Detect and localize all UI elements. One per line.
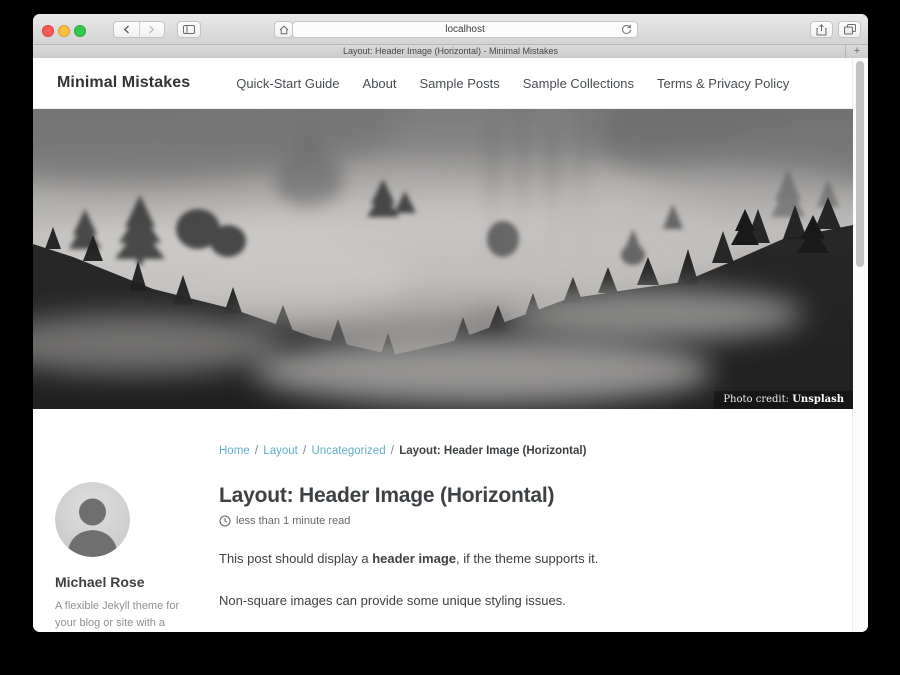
forward-button[interactable] — [140, 25, 165, 34]
paragraph-1-tail: , if the theme supports it. — [456, 551, 598, 566]
site-nav: Quick-Start Guide About Sample Posts Sam… — [236, 76, 789, 91]
back-button[interactable] — [114, 25, 139, 34]
chevron-right-icon — [148, 25, 155, 34]
nav-item-about[interactable]: About — [363, 76, 397, 91]
caption-credit-link[interactable]: Unsplash — [792, 394, 844, 405]
breadcrumb-layout-link[interactable]: Layout — [263, 445, 298, 457]
page-title: Layout: Header Image (Horizontal) — [219, 484, 813, 508]
breadcrumb-separator: / — [391, 445, 394, 457]
reload-icon — [621, 24, 632, 35]
address-bar[interactable]: localhost — [292, 21, 638, 38]
breadcrumb-separator: / — [255, 445, 258, 457]
home-icon — [279, 25, 289, 35]
nav-item-terms-privacy[interactable]: Terms & Privacy Policy — [657, 76, 789, 91]
page-body: Michael Rose A flexible Jekyll theme for… — [33, 409, 853, 632]
author-sidebar: Michael Rose A flexible Jekyll theme for… — [55, 409, 207, 632]
breadcrumb-uncategorized-link[interactable]: Uncategorized — [311, 445, 385, 457]
read-time: less than 1 minute read — [219, 515, 813, 527]
scrollbar-track[interactable] — [852, 58, 868, 632]
article-main: Home / Layout / Uncategorized / Layout: … — [219, 409, 813, 632]
chevron-left-icon — [123, 25, 130, 34]
tab-bar: Layout: Header Image (Horizontal) - Mini… — [33, 45, 868, 59]
paragraph-1-text: This post should display a — [219, 551, 372, 566]
back-forward-control — [113, 21, 165, 38]
url-text: localhost — [445, 24, 484, 35]
author-name: Michael Rose — [55, 574, 207, 590]
share-button[interactable] — [810, 21, 833, 38]
active-tab[interactable]: Layout: Header Image (Horizontal) - Mini… — [343, 46, 558, 56]
paragraph-1: This post should display a header image,… — [219, 549, 813, 569]
site-masthead: Minimal Mistakes Quick-Start Guide About… — [33, 58, 853, 109]
clock-icon — [219, 515, 231, 527]
share-icon — [816, 24, 827, 36]
paragraph-2: Non-square images can provide some uniqu… — [219, 591, 813, 611]
scrollbar-thumb[interactable] — [856, 61, 864, 267]
foggy-forest-photo — [33, 109, 853, 409]
tab-overview-button[interactable] — [838, 21, 861, 38]
viewport: Minimal Mistakes Quick-Start Guide About… — [33, 58, 868, 632]
new-tab-button[interactable]: + — [845, 45, 868, 58]
browser-toolbar: localhost — [33, 14, 868, 45]
tabs-icon — [844, 24, 856, 35]
browser-window: localhost Layout: Header Image ( — [33, 14, 868, 632]
caption-prefix: Photo credit: — [723, 394, 792, 405]
close-window-button[interactable] — [42, 25, 54, 37]
header-image: Photo credit: Unsplash — [33, 109, 853, 409]
image-caption: Photo credit: Unsplash — [714, 391, 853, 409]
breadcrumb-separator: / — [303, 445, 306, 457]
home-button[interactable] — [274, 21, 293, 38]
avatar — [55, 482, 130, 557]
zoom-window-button[interactable] — [74, 25, 86, 37]
reload-button[interactable] — [621, 24, 632, 35]
sidebar-icon — [183, 25, 195, 34]
breadcrumb-home-link[interactable]: Home — [219, 445, 250, 457]
nav-item-sample-posts[interactable]: Sample Posts — [420, 76, 500, 91]
nav-item-sample-collections[interactable]: Sample Collections — [523, 76, 634, 91]
read-time-label: less than 1 minute read — [236, 515, 350, 527]
webpage: Minimal Mistakes Quick-Start Guide About… — [33, 58, 853, 632]
sidebar-toggle-button[interactable] — [177, 21, 201, 38]
author-bio: A flexible Jekyll theme for your blog or… — [55, 598, 197, 632]
site-title-link[interactable]: Minimal Mistakes — [57, 74, 190, 92]
minimize-window-button[interactable] — [58, 25, 70, 37]
paragraph-1-bold: header image — [372, 551, 456, 566]
nav-item-quick-start-guide[interactable]: Quick-Start Guide — [236, 76, 339, 91]
breadcrumb-current: Layout: Header Image (Horizontal) — [399, 445, 586, 457]
breadcrumb: Home / Layout / Uncategorized / Layout: … — [219, 445, 813, 457]
avatar-silhouette-icon — [55, 482, 130, 557]
